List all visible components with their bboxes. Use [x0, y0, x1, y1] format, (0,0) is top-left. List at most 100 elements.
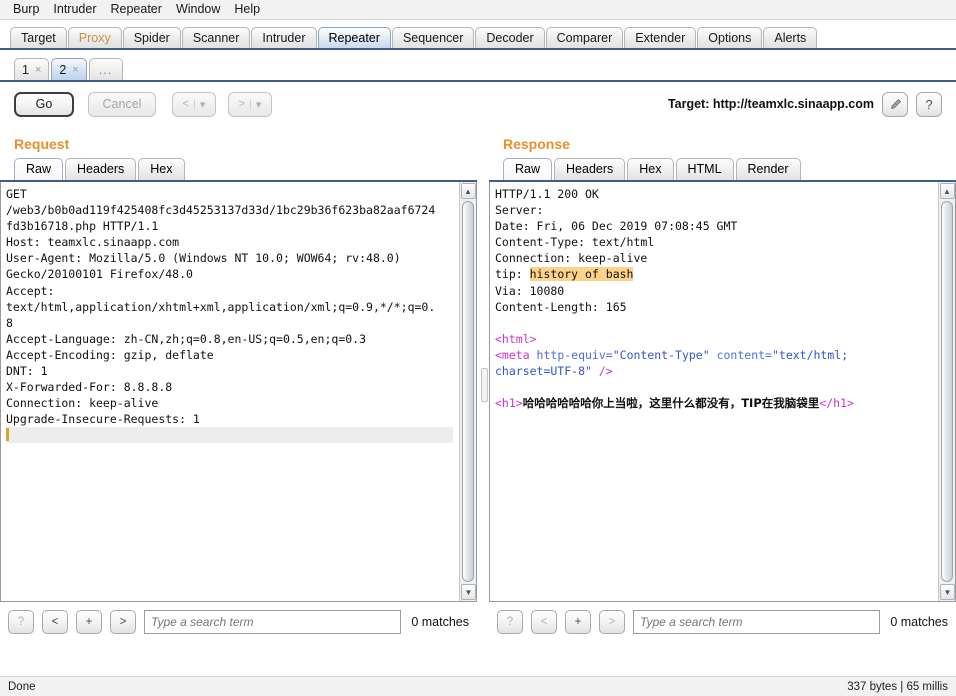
request-tab-hex[interactable]: Hex [138, 158, 185, 180]
request-search-prev-button[interactable]: < [42, 610, 68, 634]
repeater-tab-new[interactable]: ... [88, 58, 123, 80]
main-tabstrip: Target Proxy Spider Scanner Intruder Rep… [0, 20, 956, 50]
scroll-down-icon[interactable]: ▼ [940, 584, 955, 600]
request-search-help-button[interactable]: ? [8, 610, 34, 634]
text-cursor [6, 428, 9, 442]
response-tab-html[interactable]: HTML [675, 158, 734, 180]
meta-attr-content: content= [716, 347, 772, 362]
response-body-h1-open: <h1> [495, 396, 523, 411]
response-text[interactable]: HTTP/1.1 200 OK Server: Date: Fri, 06 De… [490, 182, 938, 601]
close-icon[interactable]: × [72, 59, 78, 81]
repeater-toolbar: Go Cancel < | ▾ > | ▾ Target: http://tea… [0, 82, 956, 126]
response-editor[interactable]: HTTP/1.1 200 OK Server: Date: Fri, 06 De… [489, 182, 956, 602]
response-pane: Response Raw Headers Hex HTML Render HTT… [489, 126, 956, 642]
response-tab-headers[interactable]: Headers [554, 158, 626, 180]
request-editor[interactable]: GET /web3/b0b0ad119f425408fc3d45253137d3… [0, 182, 477, 602]
response-search-prev-button[interactable]: < [531, 610, 557, 634]
request-text[interactable]: GET /web3/b0b0ad119f425408fc3d45253137d3… [1, 182, 459, 601]
response-search-next-button[interactable]: > [599, 610, 625, 634]
request-tab-headers[interactable]: Headers [65, 158, 137, 180]
search-highlight: history of bash [529, 267, 634, 282]
tab-options[interactable]: Options [697, 27, 763, 48]
status-metrics: 337 bytes | 65 millis [847, 680, 948, 693]
response-title: Response [503, 136, 570, 152]
splitter-grip[interactable] [481, 368, 488, 402]
menu-item-repeater[interactable]: Repeater [104, 1, 169, 18]
request-scrollbar[interactable]: ▲ ▼ [459, 182, 476, 601]
repeater-tabs: 1 × 2 × ... [0, 56, 956, 80]
back-button[interactable]: < | ▾ [172, 91, 216, 117]
tab-alerts[interactable]: Alerts [763, 27, 818, 48]
tab-sequencer[interactable]: Sequencer [391, 27, 475, 48]
target-help-button[interactable]: ? [916, 91, 942, 117]
tab-target[interactable]: Target [10, 27, 67, 48]
tab-comparer[interactable]: Comparer [545, 27, 624, 48]
response-tab-render[interactable]: Render [735, 158, 801, 180]
tab-intruder[interactable]: Intruder [251, 27, 317, 48]
tab-decoder[interactable]: Decoder [475, 27, 545, 48]
repeater-tab-1[interactable]: 1 × [14, 58, 50, 81]
go-button[interactable]: Go [14, 91, 74, 117]
response-tab-hex[interactable]: Hex [627, 158, 674, 180]
back-arrow-icon: < [182, 98, 190, 110]
scrollbar-thumb[interactable] [941, 201, 953, 582]
request-search-bar: ? < + > 0 matches [0, 602, 477, 634]
response-header-tip: tip: [495, 267, 530, 282]
tab-proxy[interactable]: Proxy [67, 27, 122, 48]
response-match-count: 0 matches [890, 615, 948, 629]
request-pane: Request Raw Headers Hex GET /web3/b0b0ad… [0, 126, 477, 642]
tab-scanner[interactable]: Scanner [181, 27, 251, 48]
edit-target-button[interactable] [882, 91, 908, 117]
scrollbar-thumb[interactable] [462, 201, 474, 582]
forward-arrow-icon: > [238, 98, 246, 110]
response-search-add-button[interactable]: + [565, 610, 591, 634]
scroll-up-icon[interactable]: ▲ [939, 183, 955, 199]
target-label: Target: http://teamxlc.sinaapp.com [667, 97, 874, 111]
menu-item-intruder[interactable]: Intruder [46, 1, 103, 18]
repeater-tab-1-label: 1 [22, 62, 29, 77]
response-search-input[interactable] [633, 610, 881, 634]
repeater-tab-2[interactable]: 2 × [51, 58, 87, 81]
response-search-bar: ? < + > 0 matches [489, 602, 956, 634]
request-match-count: 0 matches [411, 615, 469, 629]
meta-val-text-html: "text/html; [771, 347, 849, 362]
tab-spider[interactable]: Spider [122, 27, 181, 48]
repeater-tabstrip: 1 × 2 × ... [0, 50, 956, 82]
response-body-h1-close: </h1> [819, 396, 854, 411]
request-caret-line [6, 427, 453, 444]
menu-item-window[interactable]: Window [169, 1, 227, 18]
tab-extender[interactable]: Extender [624, 27, 697, 48]
menu-item-help[interactable]: Help [227, 1, 267, 18]
main-tabs: Target Proxy Spider Scanner Intruder Rep… [0, 24, 956, 48]
pencil-icon [890, 98, 901, 109]
meta-val-content-type: "Content-Type" [612, 347, 717, 362]
menu-item-burp[interactable]: Burp [6, 1, 46, 18]
response-scrollbar[interactable]: ▲ ▼ [938, 182, 955, 601]
response-search-help-button[interactable]: ? [497, 610, 523, 634]
repeater-tab-2-label: 2 [59, 62, 67, 77]
scroll-up-icon[interactable]: ▲ [460, 183, 476, 199]
response-header-content-type: Content-Type: text/html [495, 235, 655, 250]
request-response-panes: Request Raw Headers Hex GET /web3/b0b0ad… [0, 126, 956, 642]
response-header-connection: Connection: keep-alive [495, 251, 648, 266]
cancel-button[interactable]: Cancel [88, 91, 156, 117]
response-header-content-length: Content-Length: 165 [495, 299, 627, 314]
request-search-next-button[interactable]: > [110, 610, 136, 634]
question-mark-icon: ? [925, 96, 933, 112]
response-body-html-tag: <html> [495, 331, 537, 346]
meta-tag-close: /> [598, 364, 613, 379]
request-subtabs: Raw Headers Hex [0, 156, 477, 180]
request-raw-body: GET /web3/b0b0ad119f425408fc3d45253137d3… [6, 187, 436, 427]
close-icon[interactable]: × [35, 59, 41, 81]
burp-suite-window: Burp Intruder Repeater Window Help Targe… [0, 0, 956, 696]
scroll-down-icon[interactable]: ▼ [461, 584, 476, 600]
forward-button[interactable]: > | ▾ [228, 91, 272, 117]
pane-splitter[interactable] [477, 126, 489, 642]
target-area: Target: http://teamxlc.sinaapp.com ? [667, 91, 942, 117]
request-search-add-button[interactable]: + [76, 610, 102, 634]
request-tab-raw[interactable]: Raw [14, 158, 64, 180]
request-search-input[interactable] [144, 610, 402, 634]
tab-repeater[interactable]: Repeater [317, 27, 391, 48]
meta-val-charset: charset=UTF-8" [495, 364, 599, 379]
response-tab-raw[interactable]: Raw [503, 158, 553, 180]
